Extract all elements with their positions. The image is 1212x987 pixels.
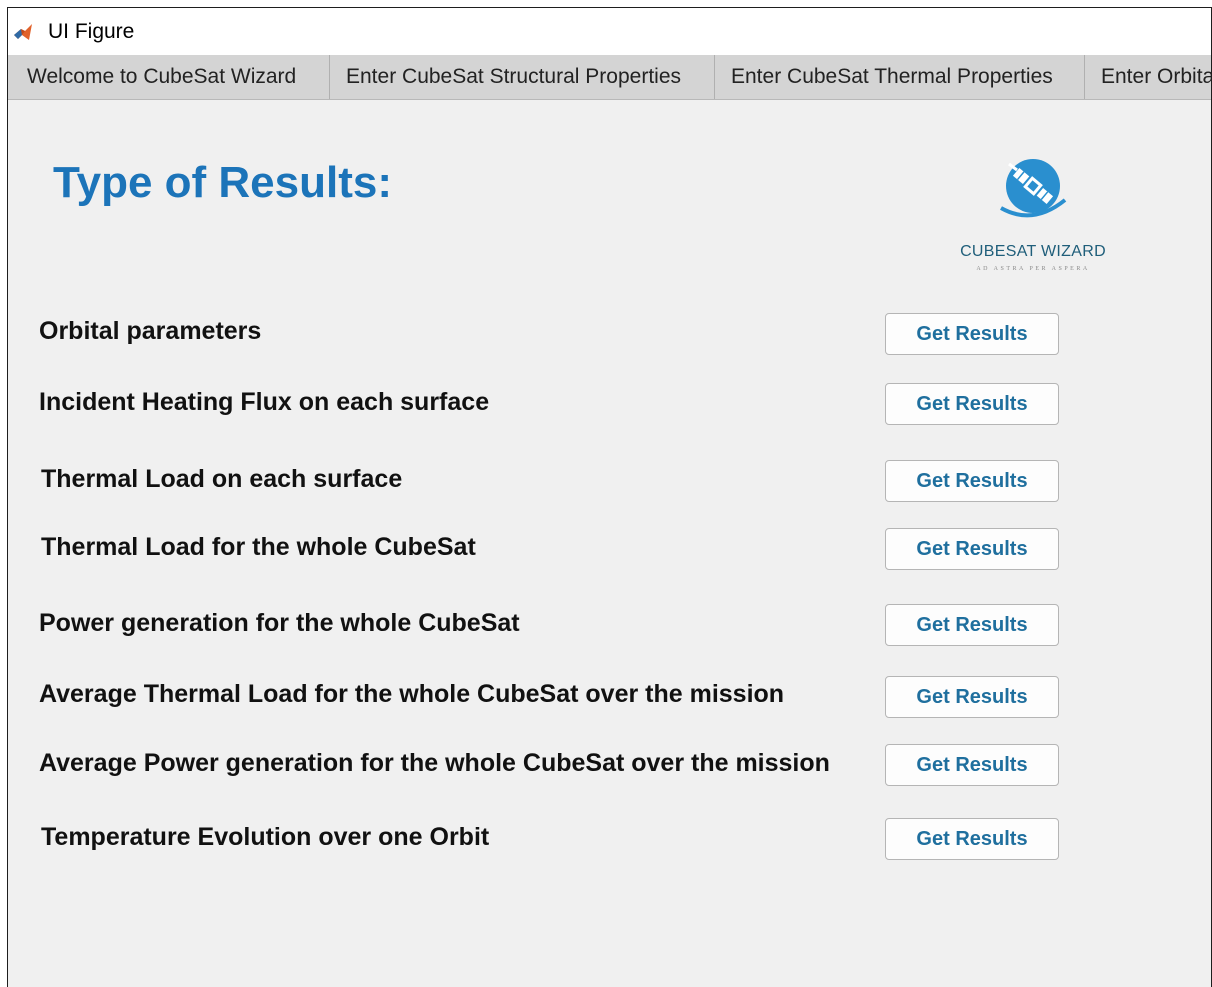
cubesat-wizard-logo: CUBESAT WIZARD AD ASTRA PER ASPERA (938, 148, 1128, 278)
result-label-temperature-evolution: Temperature Evolution over one Orbit (41, 823, 490, 851)
result-label-incident-heating-flux: Incident Heating Flux on each surface (39, 388, 490, 416)
result-label-orbital-parameters: Orbital parameters (39, 317, 262, 345)
tab-structural-properties[interactable]: Enter CubeSat Structural Properties (330, 55, 715, 99)
matlab-icon (13, 23, 33, 43)
result-label-power-generation: Power generation for the whole CubeSat (39, 609, 520, 637)
get-results-power-generation-button[interactable]: Get Results (885, 604, 1059, 646)
get-results-incident-heating-flux-button[interactable]: Get Results (885, 383, 1059, 425)
result-label-thermal-load-surface: Thermal Load on each surface (41, 465, 403, 493)
tab-thermal-properties[interactable]: Enter CubeSat Thermal Properties (715, 55, 1085, 99)
get-results-temperature-evolution-button[interactable]: Get Results (885, 818, 1059, 860)
title-bar: UI Figure (8, 8, 1211, 55)
get-results-thermal-load-surface-button[interactable]: Get Results (885, 460, 1059, 502)
logo-tagline: AD ASTRA PER ASPERA (976, 266, 1090, 272)
result-label-thermal-load-cubesat: Thermal Load for the whole CubeSat (41, 533, 476, 561)
tab-bar: Welcome to CubeSat Wizard Enter CubeSat … (8, 55, 1211, 100)
tab-orbital-properties[interactable]: Enter Orbita (1085, 55, 1211, 99)
get-results-orbital-parameters-button[interactable]: Get Results (885, 313, 1059, 355)
tab-welcome[interactable]: Welcome to CubeSat Wizard (8, 55, 330, 99)
logo-name: CUBESAT WIZARD (960, 243, 1106, 260)
result-label-average-thermal-load: Average Thermal Load for the whole CubeS… (39, 680, 785, 708)
ui-figure-window: UI Figure Welcome to CubeSat Wizard Ente… (7, 7, 1212, 987)
get-results-thermal-load-cubesat-button[interactable]: Get Results (885, 528, 1059, 570)
get-results-average-power-generation-button[interactable]: Get Results (885, 744, 1059, 786)
window-title: UI Figure (48, 20, 135, 43)
get-results-average-thermal-load-button[interactable]: Get Results (885, 676, 1059, 718)
page-title: Type of Results: (53, 158, 393, 207)
satellite-logo-icon (1000, 159, 1067, 218)
result-label-average-power-generation: Average Power generation for the whole C… (39, 749, 830, 777)
